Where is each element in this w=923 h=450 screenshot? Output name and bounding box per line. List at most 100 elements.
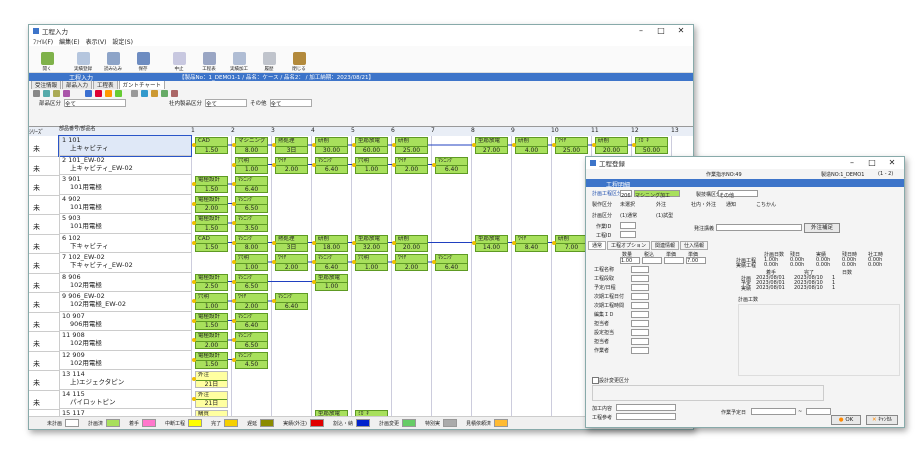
table-row[interactable]: 6 102 下キャビティ	[59, 233, 191, 253]
table-row[interactable]: 3 901 101用電極	[59, 175, 191, 195]
refresh-icon[interactable]	[171, 90, 178, 97]
gantt-task[interactable]: ﾏｼﾆﾝｸﾞ 6.40	[435, 156, 468, 174]
gantt-task[interactable]: ﾏｼﾆﾝｸﾞ 4.50	[235, 351, 268, 369]
gantt-task[interactable]: 研削 20.00	[595, 137, 628, 154]
gantt-task[interactable]: 穴明 1.00	[235, 156, 268, 174]
gantt-task[interactable]: 型彫放電 14.00	[475, 234, 508, 252]
table-row[interactable]: 1 101 上キャビティ	[58, 135, 192, 157]
table-row[interactable]: 5 903 101用電極	[59, 214, 191, 234]
gantt-task[interactable]: ﾜｲﾔ 25.00	[555, 137, 588, 154]
row-series-cell[interactable]: 未	[29, 175, 59, 196]
form-field[interactable]	[631, 302, 649, 309]
gantt-task[interactable]: 外注 21日	[195, 390, 228, 408]
form-field[interactable]	[631, 338, 649, 345]
row-series-cell[interactable]: 未	[29, 331, 59, 352]
gantt-task[interactable]: ﾏｼﾆﾝｸﾞ 6.50	[235, 195, 268, 213]
gantt-task[interactable]: 研削 18.00	[315, 234, 348, 252]
load-button[interactable]: 読み込み	[99, 46, 127, 72]
table-row[interactable]: 2 101_EW-02 上キャビティ_EW-02	[59, 155, 191, 175]
grid-icon[interactable]	[85, 90, 92, 97]
plan-option-normal[interactable]: (1)通常	[620, 212, 637, 219]
arrow-icon[interactable]	[43, 90, 50, 97]
form-field[interactable]	[631, 266, 649, 273]
color3-icon[interactable]	[115, 90, 122, 97]
type-option-mixed[interactable]: 社内・外注	[691, 201, 716, 208]
gantt-task[interactable]: ﾜｲﾔ 2.00	[395, 254, 428, 271]
design-change-checkbox[interactable]	[592, 377, 599, 384]
zoom-icon[interactable]	[161, 90, 168, 97]
form-field[interactable]	[631, 284, 649, 291]
close-window-button[interactable]: 閉じる	[285, 46, 313, 72]
table-row[interactable]: 9 906_EW-02 102用電極_EW-02	[59, 292, 191, 312]
process-code-field[interactable]: 206	[620, 190, 632, 199]
gantt-task[interactable]: 電極設計 1.50	[195, 176, 228, 193]
gantt-task[interactable]: 電極設計 1.50	[195, 215, 228, 232]
row-series-cell[interactable]: 未	[29, 390, 59, 410]
table-row[interactable]: 7 102_EW-02 下キャビティ_EW-02	[59, 253, 191, 273]
gantt-task[interactable]: 外注 21日	[195, 371, 228, 388]
result-process-button[interactable]: 実績加工	[225, 46, 253, 72]
work-date-to-field[interactable]	[806, 408, 831, 415]
row-series-cell[interactable]: 未	[29, 273, 59, 293]
row-series-cell[interactable]: 未	[29, 292, 59, 313]
gantt-task[interactable]: ﾜｲﾔ 2.00	[235, 293, 268, 310]
color-icon[interactable]	[95, 90, 102, 97]
row-series-cell[interactable]: 未	[29, 234, 59, 254]
process-name-field[interactable]: マシニング加工	[634, 190, 680, 199]
gantt-task[interactable]: 型彫放電 27.00	[475, 137, 508, 154]
qty-field[interactable]	[664, 257, 684, 264]
tab-order[interactable]: 受注情報	[31, 80, 62, 89]
gantt-task[interactable]: ﾏｼﾆﾝｸﾞ 6.40	[235, 312, 268, 330]
gantt-task[interactable]: 型彫放電 1.00	[315, 273, 348, 291]
color2-icon[interactable]	[105, 90, 112, 97]
table-row[interactable]: 14 115 パイロットピン	[59, 389, 191, 409]
row-series-cell[interactable]: 未	[29, 370, 59, 391]
settings-icon[interactable]	[131, 90, 138, 97]
gantt-task[interactable]: 型彫放電 32.00	[355, 234, 388, 252]
gantt-task[interactable]: ﾏｼﾆﾝｸﾞ 6.50	[235, 332, 268, 349]
form-field[interactable]	[631, 275, 649, 282]
schedule-button[interactable]: 工程表	[195, 46, 223, 72]
form-field[interactable]	[631, 329, 649, 336]
dialog-minimize-button[interactable]: –	[842, 157, 862, 169]
register-button[interactable]: 実績登録	[69, 46, 97, 72]
outsource-note-button[interactable]: 外注補足	[804, 223, 840, 233]
type-option-outsource[interactable]: 外注	[656, 201, 666, 208]
gantt-task[interactable]: CAD 1.50	[195, 234, 228, 252]
gantt-task[interactable]: ﾏｼﾆﾝｸﾞ 6.40	[275, 293, 308, 310]
row-series-cell[interactable]: 未	[29, 312, 59, 332]
table-row[interactable]: 12 909 102用電極	[59, 350, 191, 370]
process-id-field[interactable]	[620, 231, 636, 238]
menu-edit[interactable]: 編集(E)	[59, 37, 79, 46]
gantt-task[interactable]: CAD 1.50	[195, 137, 228, 154]
stop-button[interactable]: 中止	[165, 46, 193, 72]
gantt-task[interactable]: 研削 4.00	[515, 137, 548, 154]
gantt-task[interactable]: ﾜｲﾔ 8.40	[515, 234, 548, 252]
open-button[interactable]: 開く	[33, 46, 61, 72]
filter-icon[interactable]	[151, 90, 158, 97]
gantt-task[interactable]: ﾐｶﾞｷ 50.00	[635, 137, 668, 154]
tab-process-option[interactable]: 工程オプション	[607, 241, 651, 250]
tab-related[interactable]: 関連情報	[651, 241, 680, 250]
plan-option-trial[interactable]: (1)試型	[656, 212, 673, 219]
work-id-field[interactable]	[620, 222, 636, 229]
close-button[interactable]: ✕	[671, 25, 691, 37]
gantt-task[interactable]: 電極設計 1.50	[195, 312, 228, 330]
gantt-task[interactable]: 型彫放電 60.00	[355, 137, 388, 154]
order-note-field[interactable]	[716, 224, 802, 231]
gantt-task[interactable]: ﾜｲﾔ 2.00	[395, 156, 428, 174]
process-ref-field[interactable]	[616, 413, 676, 420]
other-filter-select[interactable]: 全て	[269, 98, 312, 108]
form-field[interactable]	[631, 293, 649, 300]
gantt-task[interactable]: 熱処理 3日	[275, 234, 308, 252]
inhouse-filter-select[interactable]: 全て	[205, 98, 248, 108]
menu-file[interactable]: ﾌｧｲﾙ(F)	[33, 37, 53, 46]
gantt-task[interactable]: 研削 25.00	[395, 137, 428, 154]
gantt-task[interactable]: 研削 30.00	[315, 137, 348, 154]
tab-gantt[interactable]: ガントチャート	[118, 80, 165, 89]
menu-settings[interactable]: 設定(S)	[112, 37, 133, 46]
table-row[interactable]: 4 902 101用電極	[59, 194, 191, 214]
table-row[interactable]: 10 907 906用電極	[59, 311, 191, 331]
qty-field[interactable]: 7.00	[686, 257, 706, 264]
gantt-task[interactable]: 研削 7.00	[555, 234, 588, 252]
